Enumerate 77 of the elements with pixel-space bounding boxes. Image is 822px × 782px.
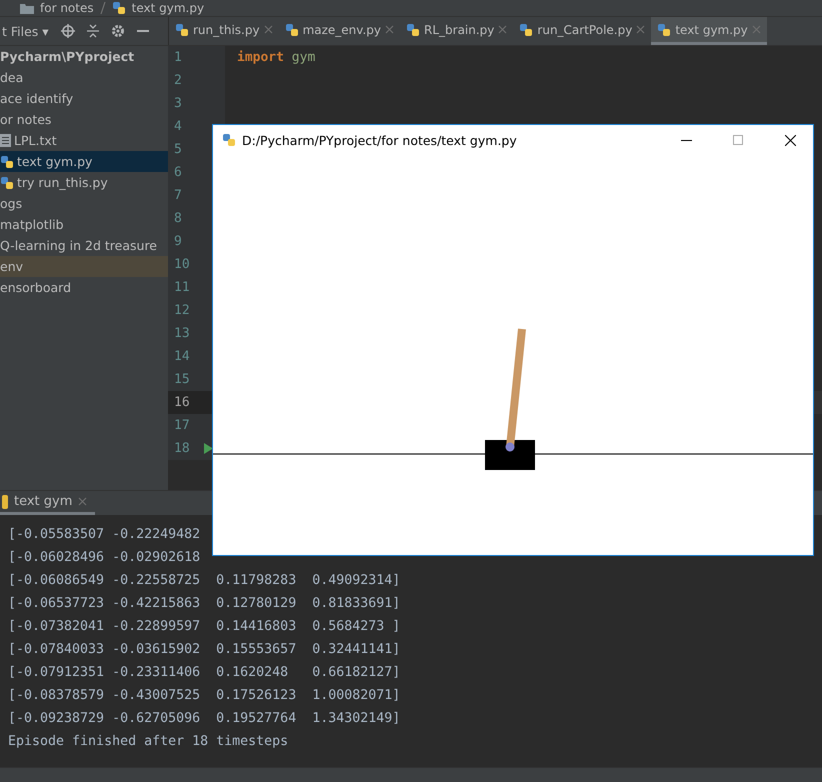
line-number: 3 <box>174 96 183 111</box>
console-output: [-0.06537723 -0.42215863 0.12780129 0.81833691] <box>8 595 402 613</box>
python-file-icon <box>2 494 8 508</box>
python-file-icon <box>112 1 126 15</box>
console-output: [-0.08378579 -0.43007525 0.17526123 1.00082071] <box>8 687 402 705</box>
tree-item[interactable]: or notes <box>0 109 168 130</box>
axle <box>506 442 514 452</box>
line-number: 17 <box>174 418 191 433</box>
tree-item[interactable]: LPL.txt <box>0 130 168 151</box>
line-number: 5 <box>174 142 183 157</box>
tree-item[interactable]: ensorboard <box>0 277 168 298</box>
console-output: [-0.09238729 -0.62705096 0.19527764 1.34302149] <box>8 710 402 728</box>
editor-tab[interactable]: run_this.py <box>169 17 279 45</box>
python-file-icon <box>0 154 14 168</box>
tree-item[interactable]: ace identify <box>0 88 168 109</box>
console-output: Episode finished after 18 timesteps <box>8 733 290 751</box>
line-number: 9 <box>174 234 183 249</box>
close-icon[interactable] <box>385 25 394 34</box>
editor-tab[interactable]: maze_env.py <box>278 17 400 45</box>
folder-icon <box>20 2 34 14</box>
line-number: 16 <box>174 395 191 410</box>
line-number: 4 <box>174 119 183 134</box>
tree-item[interactable]: dea <box>0 67 168 88</box>
close-icon[interactable] <box>636 25 646 34</box>
python-file-icon <box>175 22 189 36</box>
console-output: [-0.06086549 -0.22558725 0.11798283 0.49092314] <box>8 572 402 590</box>
console-output: [-0.07382041 -0.22899597 0.14416803 0.5684273 ] <box>8 618 402 636</box>
editor-tab[interactable]: run_CartPole.py <box>513 17 652 45</box>
console-output: [-0.05583507 -0.22249482 <box>8 526 202 544</box>
tree-item[interactable]: text gym.py <box>0 151 168 172</box>
collapse-icon[interactable] <box>86 24 99 38</box>
tree-item[interactable]: env <box>0 256 168 277</box>
settings-icon[interactable] <box>110 24 125 38</box>
tree-item[interactable]: matplotlib <box>0 214 168 235</box>
breadcrumb-item[interactable]: text gym.py <box>132 1 204 15</box>
locate-icon[interactable] <box>60 24 75 38</box>
close-icon[interactable] <box>264 25 273 34</box>
python-file-icon <box>657 22 672 36</box>
line-number: 1 <box>174 50 183 65</box>
close-icon[interactable] <box>752 25 761 34</box>
line-number: 10 <box>174 257 191 272</box>
line-number: 11 <box>174 280 191 295</box>
line-number: 14 <box>174 349 191 364</box>
line-number: 2 <box>174 73 183 88</box>
line-number: 12 <box>174 303 191 318</box>
breadcrumb-separator-icon <box>100 2 106 14</box>
editor-tab[interactable]: text gym.py <box>651 17 767 45</box>
python-file-icon <box>519 22 534 36</box>
cart <box>485 440 535 470</box>
editor-tab[interactable]: RL_brain.py <box>400 17 514 45</box>
line-number: 13 <box>174 326 191 341</box>
close-icon[interactable] <box>498 25 508 34</box>
maximize-icon <box>733 135 743 145</box>
python-file-icon <box>284 22 299 36</box>
line-number: 6 <box>174 165 183 180</box>
line-number: 7 <box>174 188 183 203</box>
minimize-icon[interactable] <box>136 30 149 32</box>
python-file-icon <box>406 22 420 36</box>
breadcrumb-item[interactable]: for notes <box>40 1 94 15</box>
python-file-icon <box>222 133 236 147</box>
run-tab[interactable]: text gym <box>0 491 96 515</box>
tree-item[interactable]: Q-learning in 2d treasure <box>0 235 168 256</box>
python-file-icon <box>0 176 14 190</box>
line-number: 15 <box>174 372 191 387</box>
console-output: [-0.07840033 -0.03615902 0.15553657 0.32441141] <box>8 641 402 659</box>
code-line: import gym <box>236 49 316 67</box>
close-icon[interactable] <box>78 497 88 506</box>
console-output: [-0.06028496 -0.02902618 <box>8 549 202 567</box>
tree-item[interactable]: ogs <box>0 193 168 214</box>
project-view-dropdown[interactable]: t Files ▾ <box>2 24 49 38</box>
tree-item[interactable]: Pycharm\PYproject <box>0 46 168 67</box>
window-title: D:/Pycharm/PYproject/for notes/text gym.py <box>242 132 518 148</box>
line-number: 8 <box>174 211 183 226</box>
tree-item[interactable]: try run_this.py <box>0 172 168 193</box>
console-output: [-0.07912351 -0.23311406 0.1620248 0.66182127] <box>8 664 402 682</box>
close-icon <box>784 134 796 146</box>
line-number: 18 <box>174 441 191 456</box>
